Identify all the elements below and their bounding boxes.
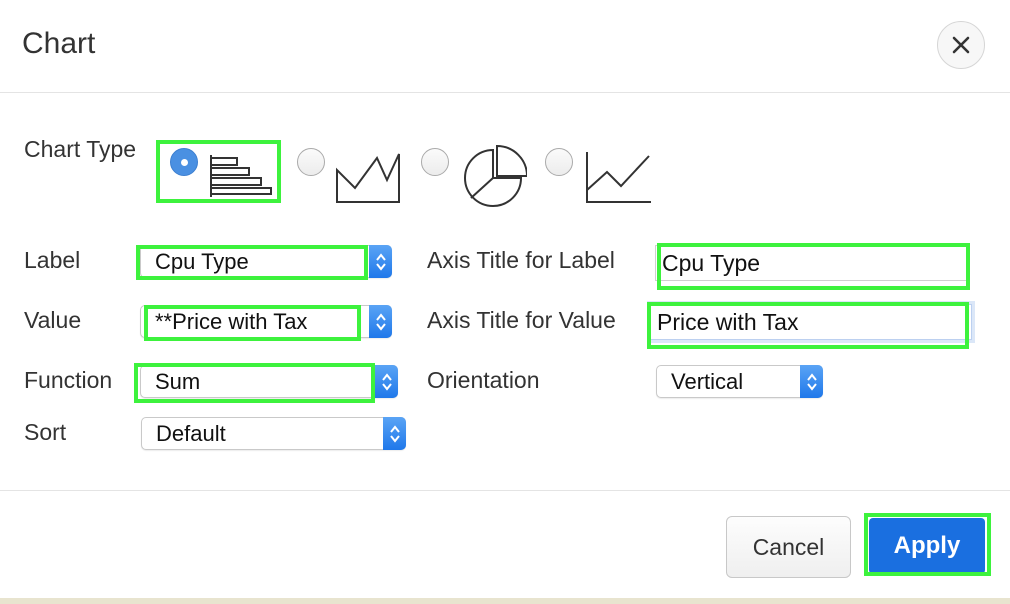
radio-pie-chart[interactable] xyxy=(421,148,449,176)
axis-title-value-field[interactable] xyxy=(651,305,971,339)
value-select-value: **Price with Tax xyxy=(155,309,308,334)
chevron-updown-icon xyxy=(800,365,823,398)
axis-title-label-label: Axis Title for Label xyxy=(427,247,615,273)
pie-chart-icon[interactable] xyxy=(459,144,527,212)
chevron-updown-icon xyxy=(383,417,406,450)
radio-bar-chart[interactable] xyxy=(170,148,198,176)
cancel-button[interactable]: Cancel xyxy=(726,516,851,578)
chart-type-label: Chart Type xyxy=(24,136,137,162)
close-icon xyxy=(952,36,970,54)
orientation-field-label: Orientation xyxy=(427,367,540,393)
chevron-updown-icon xyxy=(369,305,392,338)
sort-field-label: Sort xyxy=(24,419,67,445)
area-chart-icon[interactable] xyxy=(335,150,401,204)
close-button[interactable] xyxy=(937,21,985,69)
function-field-label: Function xyxy=(24,367,113,393)
chevron-updown-icon xyxy=(369,245,392,278)
dialog-header: Chart xyxy=(0,0,1010,93)
radio-line-chart[interactable] xyxy=(545,148,573,176)
function-select-value: Sum xyxy=(155,369,201,394)
radio-area-chart[interactable] xyxy=(297,148,325,176)
value-select[interactable]: **Price with Tax xyxy=(140,305,392,338)
label-select[interactable]: Cpu Type xyxy=(140,245,392,278)
dialog-title: Chart xyxy=(22,27,96,60)
chart-dialog: Chart Chart Type Label Cpu Type Value **… xyxy=(0,0,1010,604)
line-chart-icon[interactable] xyxy=(585,150,653,204)
sort-select[interactable]: Default xyxy=(141,417,406,450)
chevron-updown-icon xyxy=(375,365,398,398)
apply-button[interactable]: Apply xyxy=(869,518,985,574)
horizontal-bar-chart-icon[interactable] xyxy=(208,155,274,197)
dialog-footer xyxy=(0,490,1010,604)
value-field-label: Value xyxy=(24,307,82,333)
label-field-label: Label xyxy=(24,247,81,273)
sort-select-value: Default xyxy=(156,421,226,446)
function-select[interactable]: Sum xyxy=(140,365,398,398)
axis-title-value-label: Axis Title for Value xyxy=(427,307,616,333)
background-strip xyxy=(0,598,1010,604)
axis-title-label-field[interactable] xyxy=(656,246,967,280)
orientation-select[interactable]: Vertical xyxy=(656,365,823,398)
axis-title-label-input[interactable] xyxy=(655,245,968,281)
orientation-select-value: Vertical xyxy=(671,369,744,394)
axis-title-value-input[interactable] xyxy=(650,304,972,340)
label-select-value: Cpu Type xyxy=(155,249,249,274)
